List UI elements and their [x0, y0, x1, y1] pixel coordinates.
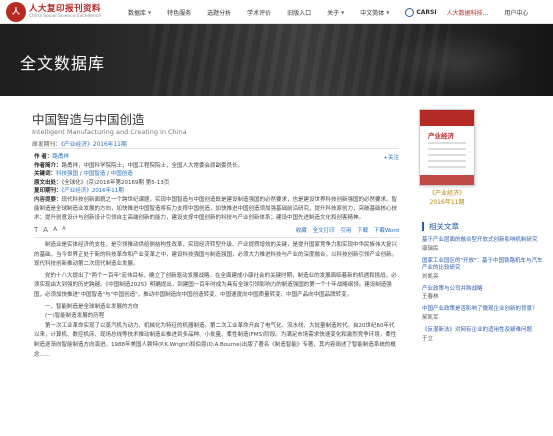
related-article-title[interactable]: 《反混新法》对网有企业的适用性及疑难问题	[422, 327, 548, 335]
reprint-journal-row: 复印期刊：《产业经济》2016年11期	[34, 188, 124, 195]
nav-special-services[interactable]: 特色服务	[167, 8, 191, 17]
keyword-link[interactable]: 中国创造	[111, 171, 133, 177]
nav-old-version[interactable]: 旧版入口	[287, 8, 311, 17]
chevron-down-icon: ▼	[341, 9, 345, 15]
body-paragraph: 第一次工业革命实现了以蒸汽机为动力、机械化为特征的机器制造。第二次工业革命开启了…	[34, 322, 397, 358]
logo-title: 人大复印报刊资料	[29, 4, 102, 14]
cover-caption[interactable]: 《产业经济》 2016年11期	[419, 189, 475, 207]
abstract: 内容提要：现代科技创新面貌之一个跨世纪课题，实现中国智造与中国创造既是建设制造强…	[34, 196, 398, 221]
related-article-item: 基于产业层面的融合型开放式创新影响机制研究 康瑞民	[422, 237, 548, 253]
cover-journal-name: 产业经济	[428, 132, 454, 140]
top-navbar: 人 人大复印报刊资料 China Social Science Excellen…	[0, 0, 553, 24]
related-article-author: 郝凯军	[422, 314, 439, 321]
source-journal-line: 原发期刊：《产业经济》2016年11期	[32, 142, 127, 148]
logo-subtitle: China Social Science Excellence	[29, 14, 101, 19]
carsi-icon	[405, 7, 415, 17]
follow-button[interactable]: +关注	[383, 153, 399, 161]
font-size-option[interactable]: A	[53, 226, 57, 234]
font-size-selector: T A A A	[34, 226, 71, 234]
body-paragraph: 制造业是实体经济的支柱，是引领推动供给侧结构性改革，实现经济转型升级、产业提质增…	[34, 242, 398, 268]
user-center-link[interactable]: 用户中心	[504, 8, 528, 17]
related-article-author: 康瑞民	[422, 245, 439, 252]
body-paragraph: 党的十八大提出了"两个一百年"宏伟目标，确立了创新驱动发展战略。在全面建成小康社…	[34, 272, 397, 298]
cite-button[interactable]: 引用	[340, 228, 351, 234]
article-english-title: Intelligent Manufacturing and Creating i…	[32, 128, 187, 136]
journal-cover-image[interactable]: 产业经济	[419, 109, 475, 186]
section-heading: 一、智能制造是全球制造业发展的方向	[45, 303, 139, 310]
author-link[interactable]: 路甬祥	[52, 154, 69, 160]
original-source-row: 原文出处：《全球化》(京)2016年第20169期 第5-13页	[34, 179, 170, 186]
logo-emblem-icon: 人	[6, 2, 26, 22]
subsection-heading: (一)智能制造发展的历程	[45, 313, 105, 320]
chevron-down-icon: ▼	[386, 9, 390, 15]
font-size-option[interactable]: T	[34, 226, 38, 234]
related-article-author: 王春林	[422, 294, 439, 301]
related-article-title[interactable]: 国家工业园区的"开放"：基于中国铁路机车与汽车产业的比较研究	[422, 258, 548, 273]
related-article-title[interactable]: 中国产业政策是否影响了微观企业创新的背景？	[422, 306, 548, 314]
related-article-item: 产业政策与公司并购战略 王春林	[422, 286, 548, 302]
font-size-option[interactable]: A	[43, 226, 48, 234]
related-article-title[interactable]: 产业政策与公司并购战略	[422, 286, 548, 294]
related-article-item: 中国产业政策是否影响了微观企业创新的背景？ 郝凯军	[422, 306, 548, 322]
related-articles-heading: 相关文章	[422, 222, 548, 231]
reprint-journal-link[interactable]: 《产业经济》2016年11期	[62, 188, 124, 194]
main-menu: 数据库 ▼ 特色服务 选题分析 学术评价 旧版入口 关于 ▼ 中文简体 ▼ CARSI…	[128, 0, 544, 24]
related-articles: 相关文章 基于产业层面的融合型开放式创新影响机制研究 康瑞民 国家工业园区的"开…	[422, 222, 548, 348]
related-article-author: 于立	[422, 335, 434, 342]
authors-row: 作 者：路甬祥	[34, 154, 69, 160]
carsi-login[interactable]: CARSI	[405, 7, 437, 17]
site-logo[interactable]: 人 人大复印报刊资料 China Social Science Excellen…	[6, 2, 101, 22]
nav-academic-evaluation[interactable]: 学术评价	[247, 8, 271, 17]
print-button[interactable]: 全文打印	[313, 228, 335, 234]
nav-language[interactable]: 中文简体 ▼	[360, 8, 389, 17]
article-title: 中国智造与中国创造	[32, 112, 145, 127]
article-body: 制造业是实体经济的支柱，是引领推动供给侧结构性改革，实现经济转型升级、产业提质增…	[34, 237, 399, 362]
nav-about[interactable]: 关于 ▼	[327, 8, 344, 17]
article-metadata: +关注 作 者：路甬祥 作者简介：路甬祥，中国科学院院士，中国工程院院士，全国人…	[34, 148, 399, 234]
keywords-row: 关键词：科技强国 / 中国智造 / 中国创造	[34, 171, 133, 178]
author-affiliation-row: 作者简介：路甬祥，中国科学院院士，中国工程院院士，全国人大常委会原副委员长。	[34, 162, 244, 169]
banner-title: 全文数据库	[20, 54, 106, 73]
keyword-link[interactable]: 中国智造	[83, 171, 105, 177]
related-article-item: 《反混新法》对网有企业的适用性及疑难问题 于立	[422, 327, 548, 343]
download-button[interactable]: 下载	[357, 228, 368, 234]
reading-toolbar: T A A A 收藏 全文打印 引用 下载 下载Word	[34, 225, 399, 234]
font-size-option[interactable]: A	[62, 226, 65, 234]
page-banner: 全文数据库	[0, 24, 553, 96]
related-article-author: 刘凯亮	[422, 273, 439, 280]
collect-button[interactable]: 收藏	[296, 228, 307, 234]
article-actions: 收藏 全文打印 引用 下载 下载Word	[292, 226, 399, 234]
related-article-item: 国家工业园区的"开放"：基于中国铁路机车与汽车产业的比较研究 刘凯亮	[422, 258, 548, 281]
related-article-title[interactable]: 基于产业层面的融合型开放式创新影响机制研究	[422, 237, 548, 245]
institution-user-link[interactable]: 人大数据科技...	[447, 8, 489, 17]
chevron-down-icon: ▼	[148, 9, 152, 15]
keyword-link[interactable]: 科技强国	[56, 171, 78, 177]
nav-database[interactable]: 数据库 ▼	[128, 8, 151, 17]
nav-topic-analysis[interactable]: 选题分析	[207, 8, 231, 17]
download-word-button[interactable]: 下载Word	[374, 228, 399, 234]
